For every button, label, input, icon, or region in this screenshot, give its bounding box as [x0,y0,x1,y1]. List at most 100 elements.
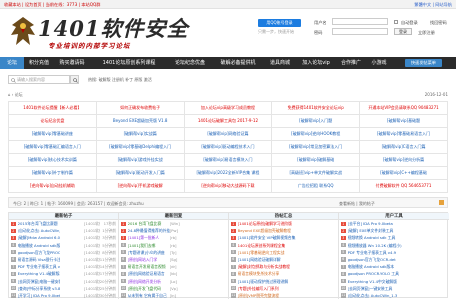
list-item-title[interactable]: [1401]零基础逆向工程实战 [238,249,334,256]
list-item[interactable]: 12015年台湾飞盘比赛题 [1401软件]17秒前 [9,220,118,227]
list-item[interactable]: 5 PDF 专业电子报表工具 v4.9 [339,249,449,256]
grid-link[interactable]: Beyond EXE超级加壳版 V1.8 [95,114,185,128]
list-item-title[interactable]: 电脑播放 Android sdk版本 [348,263,444,270]
list-item-title[interactable]: [破解] EXE单文件封装工具 [348,227,444,234]
grid-link[interactable]: 免费获得1401软件安全论坛vip [271,101,361,115]
grid-link[interactable]: [逆向帮vip]自动挂机辅助 [8,179,97,193]
list-item[interactable]: 5 [专题讲课]小众的讲座 [Ty] [119,249,228,256]
list-item-title[interactable]: [原创]VMP脱壳完整流程 [238,292,334,299]
list-item[interactable]: 6易语言源码 Visa银行卡注册教程 [1401软件]11分钟前 [9,256,118,263]
list-item[interactable]: 2 [破解] EXE单文件封装工具 [339,227,449,234]
list-item-title[interactable]: 电脑播放 Android sdk版本界面 [18,242,60,249]
top-bar-right-links[interactable]: 繁體中文 | 网站导航 [414,2,452,8]
search-input[interactable]: 请输入搜索内容 [8,75,70,84]
list-item-title[interactable]: [原创]网络验证易语言 [128,270,170,277]
grid-link[interactable]: [破解帮vip]驱动开发入门篇 [95,166,185,180]
list-item[interactable]: 9[去网页弹窗]电脑一键安装工具 [1401软件]20分钟前 [9,278,118,285]
list-item[interactable]: 4 1401论坛原创系列课程全集 [229,242,338,249]
grid-link[interactable]: [破解帮vip]零基础Delphi编程入门 [95,140,185,154]
list-item[interactable]: 9 [1401]驱动保护绕过原理讲解 [229,278,338,285]
grid-link[interactable]: [破解帮vip]核心技术实训篇 [8,153,97,167]
grid-link[interactable]: [破解帮vip]补丁制作篇 [8,166,97,180]
grid-link[interactable]: [破解帮vip]网络验证篇 [183,127,273,141]
grid-link[interactable]: [破解帮vip]游戏外挂实战 [95,153,185,167]
list-item[interactable]: 11 [原创]VMP脱壳完整流程 [229,292,338,299]
nav-item-games[interactable]: 小游戏 [366,57,392,69]
grid-link[interactable]: [破解帮vip]C语言入门篇 [359,140,448,154]
list-item[interactable]: 8Everything V1.4破解版本好用 [1401软件]17分钟前 [9,270,118,277]
list-item[interactable]: 3[破解]Mdw Android 6.0版本 [1401软件]3分钟前 [9,234,118,241]
list-item-title[interactable]: 易语言模块免杀技术分享 [238,270,334,277]
list-item-title[interactable]: [1401论坛原创]破解学习进阶版 [238,220,334,227]
list-item-title[interactable]: [专题]外挂编写入门系列 [238,285,334,292]
list-item-title[interactable]: goodjson官方飞龙PROCR-YOLO-det [18,249,60,256]
list-item[interactable]: 5goodjson官方飞龙PROCR-YOLO-det [1401软件]8分钟前 [9,249,118,256]
grid-link[interactable]: [破解帮vip]基础题 [359,114,448,128]
list-item[interactable]: 1 2016 台湾飞盘比赛 [Win] [119,220,228,227]
list-item-title[interactable]: (自动化点击) AutoCWin_1.3 [348,292,444,299]
nav-item-courses[interactable]: 1401论坛原创系列课程 [90,57,168,69]
list-item-title[interactable]: Beyond EXE超级加壳破解教程 [238,227,334,234]
list-item-title[interactable]: 易语言开发易语言视频 [128,263,170,270]
list-item-title[interactable]: goodjson官方飞龙OCR-det [348,256,444,263]
list-item-title[interactable]: [去平台] IDA Pro 9.0beta [348,220,444,227]
grid-link[interactable]: 开通本站VIP会员请联系QQ 90483271 [359,101,448,115]
list-item-title[interactable]: PDF 专业电子报表工具 v4.9 [348,249,444,256]
list-item-title[interactable]: [破解]Mdw Android 6.0版本 [18,234,60,241]
register-link[interactable]: 立即注册 [418,30,435,36]
nav-item-vip[interactable]: 加入论坛vip [296,57,336,69]
grid-link[interactable]: [破解帮vip]零基础汇编语言入门 [8,140,97,154]
rss-icon[interactable] [439,200,444,205]
list-item[interactable]: 2 24.8种最值得推荐的外挂[Pw] [119,227,228,234]
grid-link[interactable]: [破解帮vip]零基础易语言入门 [359,127,448,141]
home-icon[interactable]: ⌂ › [8,92,15,97]
list-item-title[interactable]: [原创]网站入门学 [128,256,170,263]
list-item[interactable]: 3 [1401]第一批新人 [rb] [119,234,228,241]
top-bar-links[interactable]: 收藏本站 | 设为首页 | 当前在线：3773 | 本站QQ群 [4,2,100,8]
list-item-title[interactable]: PDF 专业电子报表工具 v4.9 [18,263,60,270]
list-item[interactable]: 10 [原创]开发飞盘代码 [Vp] [119,285,228,292]
grid-link[interactable]: 论坛纪念优盘 [8,114,97,128]
list-item[interactable]: 1 [1401论坛原创]破解学习进阶版 [229,220,338,227]
grid-link[interactable]: 1401软件论坛提醒【新人必看】 [8,101,97,115]
nav-item-invite-code[interactable]: 购买邀请码 [54,57,90,69]
list-item-title[interactable]: [去网页弹窗]电脑一键安装工具 [18,278,60,285]
list-item[interactable]: 3 视频转换 Android sdk 工具 [339,234,449,241]
qq-login-button[interactable]: 用QQ账号登录 [258,19,301,27]
list-item[interactable]: 10 [去网页弹窗]一键安装工具 [339,285,449,292]
list-item-title[interactable]: 24.8种最值得推荐的外挂 [128,227,170,234]
search-button[interactable] [70,75,79,84]
list-item-title[interactable]: [1401]驱动保护绕过原理讲解 [238,278,334,285]
list-item-title[interactable]: (自动化点击) AutoCWin_1.3.5 [18,227,60,234]
list-item-title[interactable]: [查询]中标分享系统 v3.8.2 [18,285,60,292]
nav-item-shop[interactable]: 道具商城 [264,57,296,69]
list-item[interactable]: 4电脑播放 Android sdk版本界面 [1401软件]5分钟前 [9,242,118,249]
grid-link[interactable]: [破解帮vip]入门题 [271,114,361,128]
view-new-posts-link[interactable]: 查看新帖 | 我的帖子 [339,201,375,207]
nav-item-points[interactable]: 积分充值 [24,57,54,69]
quick-post-button[interactable]: 快速发帖菜单 [404,59,442,67]
grid-link[interactable]: 加入论坛vip高级学习成员教程 [183,101,273,115]
grid-link[interactable]: 1401论坛破解工具包 2017-9-12 [183,114,273,128]
grid-link[interactable]: [破解帮vip]逆向HOOK教程 [271,127,361,141]
list-item[interactable]: 3 [1401]软件安全 VIP破解视频合集 [229,234,338,241]
grid-link[interactable]: [破解帮vip]2022全新VIP合集 课程 [183,166,273,180]
list-item[interactable]: 7PDF 专业电子报表工具 v4.9 [1401软件]14分钟前 [9,263,118,270]
list-item-title[interactable]: 易语言源码 Visa银行卡注册教程 [18,256,60,263]
list-item[interactable]: 1 [去平台] IDA Pro 9.0beta [339,220,449,227]
list-item[interactable]: 10 [专题]外挂编写入门系列 [229,285,338,292]
grid-link[interactable]: [破解帮vip]C++编程基础 [359,166,448,180]
list-item[interactable]: 7 [破解]封包抓取与分析实战教程 [229,263,338,270]
list-item-title[interactable]: [1401]第一批新人 [128,234,170,241]
list-item-title[interactable]: 视频转换 Android sdk 工具 [348,234,444,241]
list-item[interactable]: 6 goodjson官方飞龙OCR-det [339,256,449,263]
list-item-title[interactable]: [专题讲课]小众的讲座 [128,249,170,256]
breadcrumb-forum[interactable]: 论坛 [15,92,23,97]
find-password-link[interactable]: 找回密码 [430,20,447,26]
list-item[interactable]: 9 [原创]网络开发分析 [Lo] [119,278,228,285]
list-item[interactable]: 7 易语言开发易语言视频 [dr] [119,263,228,270]
list-item-title[interactable]: [原创]网络开发分析 [128,278,170,285]
password-input[interactable] [332,28,388,35]
list-item-title[interactable]: [破解]封包抓取与分析实战教程 [238,263,334,270]
list-item[interactable]: 11 (自动化点击) AutoCWin_1.3 [339,292,449,299]
